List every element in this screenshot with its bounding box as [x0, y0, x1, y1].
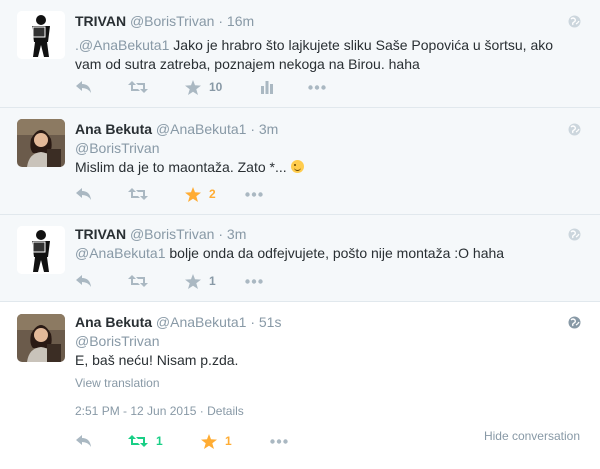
more-button[interactable]: [270, 431, 288, 451]
tweet-text-content: bolje onda da odfejvujete, pošto nije mo…: [165, 245, 505, 261]
tweet-header: TRIVAN @BorisTrivan · 3m: [75, 226, 246, 242]
mention-link[interactable]: @AnaBekuta1: [75, 245, 166, 261]
tweet-header: Ana Bekuta @AnaBekuta1 · 51s: [75, 314, 281, 330]
avatar[interactable]: [17, 226, 65, 274]
retweet-button[interactable]: 1: [128, 431, 163, 451]
avatar[interactable]: [17, 314, 65, 362]
tweet[interactable]: Ana Bekuta @AnaBekuta1 · 3m @BorisTrivan…: [0, 108, 600, 215]
separator-dot: ·: [218, 226, 224, 242]
globe-icon: [568, 228, 581, 241]
retweet-count: 1: [156, 434, 163, 448]
separator-dot: ·: [250, 121, 255, 137]
more-dots-icon: [245, 278, 263, 284]
conversation-thread: TRIVAN @BorisTrivan · 16m .@AnaBekuta1 J…: [0, 0, 600, 469]
favorite-button[interactable]: 10: [185, 77, 222, 97]
user-handle[interactable]: @BorisTrivan: [130, 226, 215, 242]
tweet-header: TRIVAN @BorisTrivan · 16m: [75, 13, 254, 29]
more-dots-icon: [308, 84, 326, 90]
favorite-count: 1: [225, 434, 232, 448]
tweet-time[interactable]: 3m: [227, 226, 246, 242]
reply-button[interactable]: [75, 184, 93, 204]
retweet-icon: [128, 275, 148, 287]
user-handle[interactable]: @BorisTrivan: [130, 13, 215, 29]
retweet-icon: [128, 435, 148, 447]
reply-icon: [76, 188, 91, 200]
tweet-text: @AnaBekuta1 bolje onda da odfejvujete, p…: [75, 244, 575, 263]
favorite-count: 2: [209, 187, 216, 201]
tweet-text: .@AnaBekuta1 Jako je hrabro što lajkujet…: [75, 36, 575, 74]
more-dots-icon: [270, 438, 288, 444]
display-name[interactable]: Ana Bekuta: [75, 121, 152, 137]
reply-icon: [76, 435, 91, 447]
retweet-button[interactable]: [128, 77, 156, 97]
retweet-button[interactable]: [128, 271, 156, 291]
star-icon: [185, 79, 201, 95]
star-icon: [185, 273, 201, 289]
globe-icon: [568, 15, 581, 28]
tweet-text: @BorisTrivan Mislim da je to maontaža. Z…: [75, 139, 575, 177]
tweet[interactable]: TRIVAN @BorisTrivan · 16m .@AnaBekuta1 J…: [0, 0, 600, 108]
favorite-button[interactable]: 2: [185, 184, 216, 204]
more-dots-icon: [245, 191, 263, 197]
hide-conversation-link[interactable]: Hide conversation: [484, 429, 580, 443]
tweet-text: @BorisTrivan E, baš neću! Nisam p.zda.: [75, 332, 575, 370]
tweet-timestamp[interactable]: 2:51 PM - 12 Jun 2015: [75, 404, 196, 418]
reply-button[interactable]: [75, 271, 93, 291]
avatar[interactable]: [17, 11, 65, 59]
analytics-icon: [261, 81, 273, 94]
globe-icon: [568, 123, 581, 136]
tweet-text-content: E, baš neću! Nisam p.zda.: [75, 352, 239, 368]
tweet-text-content: Mislim da je to maontaža. Zato *...: [75, 159, 287, 175]
favorite-count: 10: [209, 80, 223, 94]
tweet-time[interactable]: 51s: [259, 314, 282, 330]
display-name[interactable]: TRIVAN: [75, 226, 126, 242]
reply-button[interactable]: [75, 77, 93, 97]
mention-link[interactable]: @BorisTrivan: [75, 139, 575, 158]
more-button[interactable]: [308, 77, 326, 97]
tweet-timestamp-row: 2:51 PM - 12 Jun 2015 · Details: [75, 404, 244, 418]
display-name[interactable]: TRIVAN: [75, 13, 126, 29]
tweet-header: Ana Bekuta @AnaBekuta1 · 3m: [75, 121, 278, 137]
tweet[interactable]: TRIVAN @BorisTrivan · 3m @AnaBekuta1 bol…: [0, 215, 600, 302]
user-handle[interactable]: @AnaBekuta1: [156, 314, 247, 330]
more-button[interactable]: [245, 184, 263, 204]
view-translation-link[interactable]: View translation: [75, 376, 160, 390]
analytics-button[interactable]: [260, 77, 274, 97]
tweet-time[interactable]: 3m: [259, 121, 278, 137]
favorite-button[interactable]: 1: [201, 431, 232, 451]
details-link[interactable]: Details: [207, 404, 244, 418]
star-icon: [201, 433, 217, 449]
star-icon: [185, 186, 201, 202]
retweet-icon: [128, 81, 148, 93]
retweet-button[interactable]: [128, 184, 156, 204]
separator-dot: ·: [218, 13, 224, 29]
mention-link[interactable]: @BorisTrivan: [75, 332, 575, 351]
reply-icon: [76, 81, 91, 93]
more-button[interactable]: [245, 271, 263, 291]
winking-face-icon: [290, 160, 304, 173]
tweet-focused[interactable]: Ana Bekuta @AnaBekuta1 · 51s @BorisTriva…: [0, 302, 600, 469]
mention-link[interactable]: .@AnaBekuta1: [75, 37, 169, 53]
retweet-icon: [128, 188, 148, 200]
separator-dot: ·: [250, 314, 255, 330]
avatar[interactable]: [17, 119, 65, 167]
favorite-button[interactable]: 1: [185, 271, 216, 291]
globe-icon: [568, 316, 581, 329]
favorite-count: 1: [209, 274, 216, 288]
display-name[interactable]: Ana Bekuta: [75, 314, 152, 330]
reply-icon: [76, 275, 91, 287]
tweet-time[interactable]: 16m: [227, 13, 254, 29]
separator-dot: ·: [199, 404, 204, 418]
reply-button[interactable]: [75, 431, 93, 451]
user-handle[interactable]: @AnaBekuta1: [156, 121, 247, 137]
